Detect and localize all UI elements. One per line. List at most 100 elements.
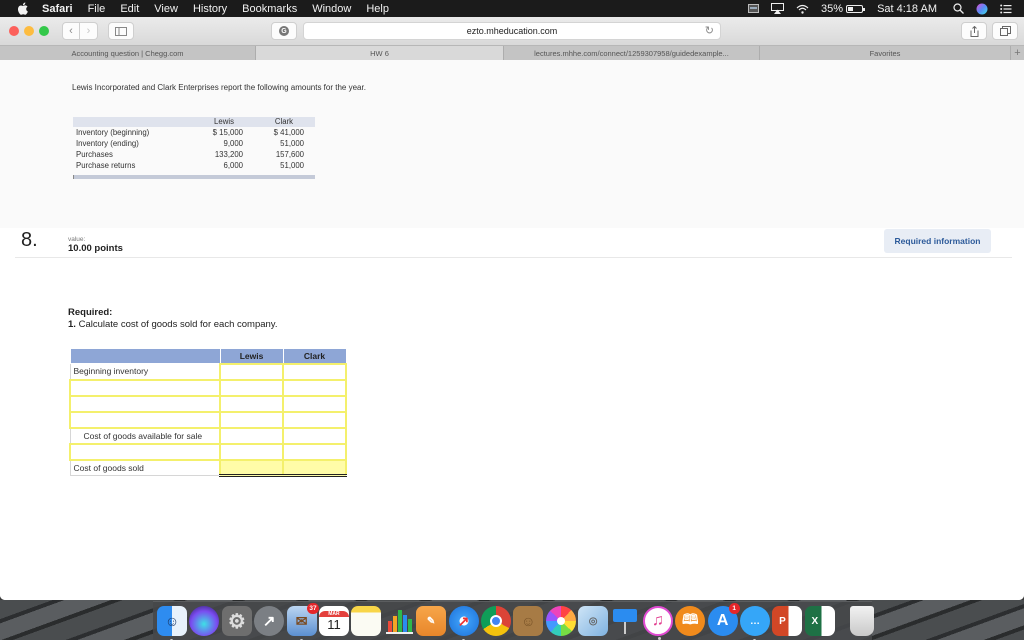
ghostery-extension-button[interactable]: G bbox=[271, 22, 297, 40]
tab-hw6[interactable]: HW 6 bbox=[256, 46, 504, 61]
required-instruction: 1. Calculate cost of goods sold for each… bbox=[68, 319, 277, 330]
forward-button[interactable]: › bbox=[80, 22, 98, 40]
worksheet-row-cogs: Cost of goods sold bbox=[69, 458, 347, 477]
back-button[interactable]: ‹ bbox=[62, 22, 80, 40]
notification-center-icon[interactable] bbox=[1000, 4, 1012, 14]
worksheet-label-input[interactable] bbox=[69, 410, 221, 429]
dock-calendar[interactable]: MAR 11 bbox=[318, 606, 349, 636]
chrome-icon bbox=[489, 615, 502, 627]
calendar-day: 11 bbox=[327, 616, 341, 632]
menu-app-safari[interactable]: Safari bbox=[42, 3, 73, 15]
zoom-window-button[interactable] bbox=[39, 26, 49, 36]
close-window-button[interactable] bbox=[9, 26, 19, 36]
tab-guided-example[interactable]: lectures.mhhe.com/connect/1259307958/gui… bbox=[504, 46, 760, 61]
show-all-tabs-button[interactable] bbox=[992, 22, 1018, 40]
lewis-beginning-inventory-input[interactable] bbox=[219, 362, 284, 381]
clark-cogs-output[interactable] bbox=[282, 458, 347, 477]
given-clark-value: 51,000 bbox=[280, 161, 304, 170]
lewis-amount-input[interactable] bbox=[219, 394, 284, 413]
tab-chegg[interactable]: Accounting question | Chegg.com bbox=[0, 46, 256, 61]
clark-amount-input[interactable] bbox=[282, 410, 347, 429]
menu-bookmarks[interactable]: Bookmarks bbox=[242, 3, 297, 15]
given-row-label: Inventory (beginning) bbox=[76, 128, 150, 137]
new-tab-button[interactable]: + bbox=[1011, 46, 1024, 60]
worksheet-row bbox=[69, 378, 347, 397]
lewis-amount-input[interactable] bbox=[219, 410, 284, 429]
dock-ibooks[interactable]: 🕮 bbox=[675, 606, 706, 636]
worksheet-col-label bbox=[69, 348, 221, 364]
cogs-worksheet-table: Lewis Clark Beginning inventory Cost of … bbox=[69, 348, 347, 477]
dock-contacts[interactable]: ☺ bbox=[513, 606, 544, 636]
minimize-window-button[interactable] bbox=[24, 26, 34, 36]
worksheet-row bbox=[69, 442, 347, 461]
show-sidebar-button[interactable] bbox=[108, 22, 134, 40]
dock-pages[interactable]: ✎ bbox=[416, 606, 447, 636]
worksheet-label-input[interactable] bbox=[69, 394, 221, 413]
tab-favorites[interactable]: Favorites bbox=[760, 46, 1011, 61]
clark-amount-input[interactable] bbox=[282, 394, 347, 413]
spotlight-search-icon[interactable] bbox=[953, 3, 964, 14]
given-lewis-value: $ 15,000 bbox=[212, 128, 243, 137]
dock-itunes[interactable]: ♫ bbox=[642, 606, 673, 640]
lewis-goods-available-input[interactable] bbox=[219, 426, 284, 445]
dock-finder[interactable]: ☺ bbox=[157, 606, 187, 640]
dock-photos[interactable] bbox=[545, 606, 576, 636]
menu-view[interactable]: View bbox=[154, 3, 178, 15]
menu-help[interactable]: Help bbox=[366, 3, 389, 15]
worksheet-label-input[interactable] bbox=[69, 442, 221, 461]
worksheet-col-clark: Clark bbox=[282, 348, 347, 364]
menu-history[interactable]: History bbox=[193, 3, 227, 15]
menu-window[interactable]: Window bbox=[312, 3, 351, 15]
wifi-icon[interactable] bbox=[796, 4, 809, 14]
clock[interactable]: Sat 4:18 AM bbox=[877, 3, 937, 15]
given-table-footer bbox=[73, 175, 315, 179]
dock-chrome[interactable] bbox=[480, 606, 511, 636]
dock-preview[interactable]: ◎ bbox=[578, 606, 609, 636]
clark-goods-available-input[interactable] bbox=[282, 426, 347, 445]
worksheet-label-input[interactable] bbox=[69, 378, 221, 397]
airplay-icon[interactable] bbox=[771, 3, 785, 14]
clark-amount-input[interactable] bbox=[282, 378, 347, 397]
siri-icon[interactable] bbox=[976, 3, 988, 15]
share-button[interactable] bbox=[961, 22, 987, 40]
clark-beginning-inventory-input[interactable] bbox=[282, 362, 347, 381]
menu-file[interactable]: File bbox=[88, 3, 106, 15]
dock-powerpoint[interactable]: P bbox=[772, 606, 803, 636]
dock-launchpad[interactable]: ↗ bbox=[254, 606, 285, 636]
messages-icon: … bbox=[750, 615, 761, 627]
screen-recorder-icon[interactable] bbox=[748, 4, 760, 13]
dock-mail[interactable]: ✉ 37 bbox=[286, 603, 319, 640]
powerpoint-icon: P bbox=[779, 615, 786, 627]
battery-status[interactable]: 35% bbox=[821, 2, 866, 15]
dock-numbers[interactable] bbox=[384, 606, 414, 636]
clark-amount-input[interactable] bbox=[282, 442, 347, 461]
battery-percent: 35% bbox=[821, 2, 844, 15]
dock-excel[interactable]: X bbox=[804, 606, 835, 636]
dock-messages[interactable]: … bbox=[740, 606, 771, 640]
dock-trash[interactable] bbox=[850, 606, 875, 636]
worksheet-row bbox=[69, 394, 347, 413]
dock-siri[interactable] bbox=[189, 606, 220, 636]
menu-edit[interactable]: Edit bbox=[120, 3, 139, 15]
battery-icon bbox=[846, 4, 866, 13]
page-content: Lewis Incorporated and Clark Enterprises… bbox=[0, 60, 1024, 600]
window-controls bbox=[9, 26, 54, 36]
required-information-button[interactable]: Required information bbox=[884, 229, 991, 253]
preview-icon: ◎ bbox=[588, 615, 598, 627]
reload-icon[interactable]: ↻ bbox=[705, 24, 714, 37]
dock-safari[interactable]: ↗ bbox=[448, 606, 479, 640]
lewis-amount-input[interactable] bbox=[219, 442, 284, 461]
numbers-chart-icon bbox=[385, 610, 413, 634]
dock-system-preferences[interactable]: ⚙ bbox=[221, 606, 252, 636]
lewis-amount-input[interactable] bbox=[219, 378, 284, 397]
given-clark-value: 157,600 bbox=[275, 150, 304, 159]
dock-app-store[interactable]: A 1 bbox=[707, 603, 740, 636]
dock-notes[interactable] bbox=[351, 606, 382, 636]
dock-keynote[interactable] bbox=[610, 606, 640, 636]
required-heading: Required: bbox=[68, 307, 113, 318]
address-bar[interactable]: ezto.mheducation.com ↻ bbox=[303, 22, 721, 40]
tabs-overview-icon bbox=[999, 26, 1011, 36]
menu-bar: Safari File Edit View History Bookmarks … bbox=[0, 0, 1024, 17]
lewis-cogs-output[interactable] bbox=[219, 458, 284, 477]
apple-icon[interactable] bbox=[16, 2, 30, 15]
